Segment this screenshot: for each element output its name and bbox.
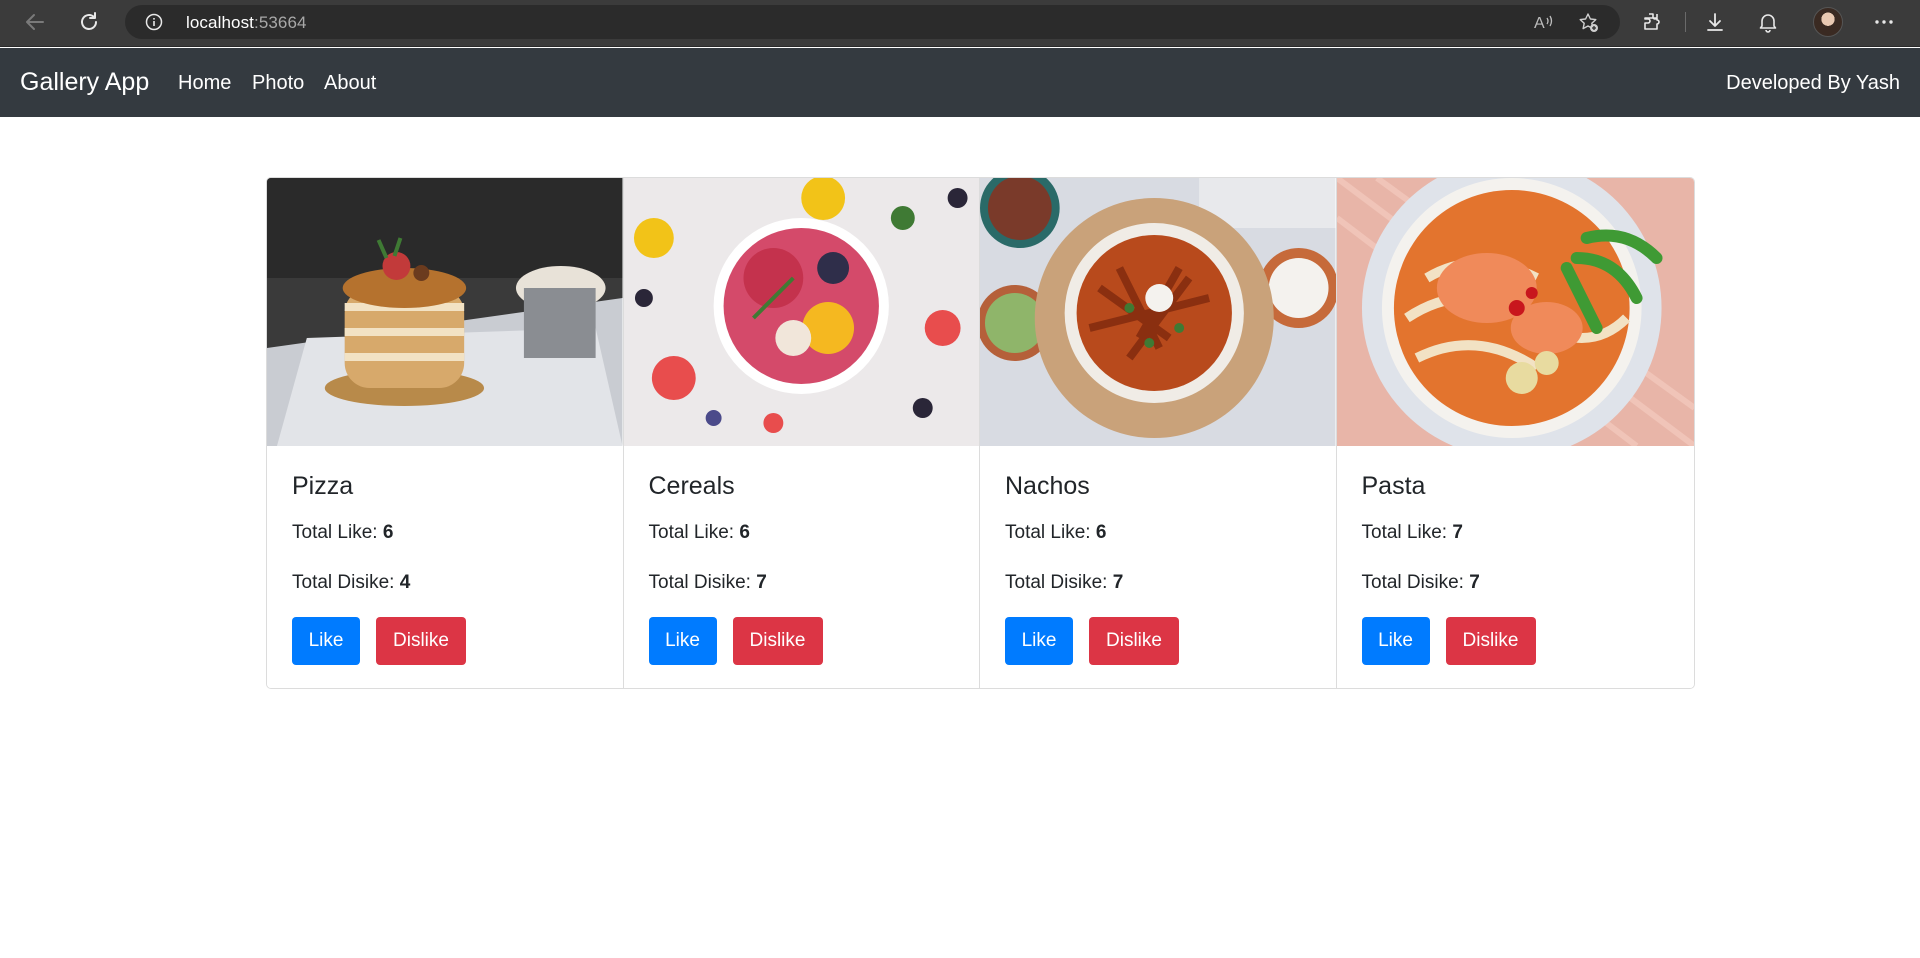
nav-about-link[interactable]: About bbox=[324, 72, 376, 95]
dislike-button[interactable]: Dislike bbox=[376, 617, 466, 665]
pasta-photo bbox=[1336, 178, 1694, 446]
developer-credit: Developed By Yash bbox=[1726, 72, 1900, 94]
total-dislike-count: 7 bbox=[1469, 572, 1480, 593]
profile-avatar[interactable] bbox=[1813, 7, 1843, 37]
pizza-photo bbox=[267, 178, 623, 446]
like-button[interactable]: Like bbox=[1361, 617, 1430, 665]
like-button[interactable]: Like bbox=[292, 617, 360, 665]
app-navbar: Gallery App Home Photo About Developed B… bbox=[0, 48, 1920, 117]
food-card-group: Pizza Total Like: 6 Total Disike: 4 Like… bbox=[266, 177, 1695, 689]
total-like-count: 7 bbox=[1452, 522, 1463, 543]
total-dislike-count: 7 bbox=[756, 572, 767, 593]
more-icon[interactable] bbox=[1866, 6, 1902, 38]
total-dislike-label: Total Disike: bbox=[648, 572, 751, 593]
url-text[interactable]: localhost:53664 bbox=[186, 13, 307, 33]
url-port: :53664 bbox=[254, 13, 307, 32]
card-title: Pasta bbox=[1361, 472, 1426, 500]
total-dislike-line: Total Disike: 4 bbox=[292, 572, 410, 594]
address-bar[interactable]: localhost:53664 A bbox=[125, 5, 1620, 39]
total-dislike-count: 4 bbox=[399, 572, 411, 593]
total-like-count: 6 bbox=[739, 522, 750, 543]
like-button[interactable]: Like bbox=[648, 617, 717, 665]
food-card-cereals: Cereals Total Like: 6 Total Disike: 7 Li… bbox=[623, 178, 980, 688]
browser-toolbar: localhost:53664 A bbox=[0, 0, 1920, 47]
total-dislike-label: Total Disike: bbox=[1361, 572, 1464, 593]
cereals-photo bbox=[623, 178, 979, 446]
total-dislike-line: Total Disike: 7 bbox=[649, 572, 767, 594]
total-like-label: Total Like: bbox=[292, 522, 378, 543]
read-aloud-icon[interactable]: A bbox=[1533, 12, 1555, 37]
card-title: Nachos bbox=[1005, 472, 1090, 500]
total-dislike-label: Total Disike: bbox=[292, 572, 395, 593]
total-dislike-label: Total Disike: bbox=[1005, 572, 1108, 593]
nachos-photo bbox=[980, 178, 1336, 446]
total-like-line: Total Like: 6 bbox=[649, 522, 750, 544]
total-like-count: 6 bbox=[382, 522, 394, 543]
total-like-count: 6 bbox=[1095, 522, 1107, 543]
total-like-line: Total Like: 6 bbox=[292, 522, 393, 544]
total-like-label: Total Like: bbox=[1005, 522, 1091, 543]
card-title: Cereals bbox=[648, 472, 735, 500]
url-host: localhost bbox=[186, 13, 254, 32]
card-title: Pizza bbox=[292, 472, 354, 500]
total-like-line: Total Like: 7 bbox=[1362, 522, 1463, 544]
notifications-icon[interactable] bbox=[1750, 6, 1786, 38]
nav-home-link[interactable]: Home bbox=[178, 72, 231, 95]
dislike-button[interactable]: Dislike bbox=[1445, 617, 1536, 665]
extensions-icon[interactable] bbox=[1634, 6, 1670, 38]
refresh-icon[interactable] bbox=[71, 6, 107, 38]
total-dislike-line: Total Disike: 7 bbox=[1005, 572, 1123, 594]
food-card-pasta: Pasta Total Like: 7 Total Disike: 7 Like… bbox=[1336, 178, 1694, 688]
like-button[interactable]: Like bbox=[1005, 617, 1073, 665]
total-like-label: Total Like: bbox=[648, 522, 735, 543]
total-like-label: Total Like: bbox=[1361, 522, 1448, 543]
nav-photo-link[interactable]: Photo bbox=[252, 72, 304, 95]
back-icon[interactable] bbox=[17, 6, 53, 38]
total-like-line: Total Like: 6 bbox=[1005, 522, 1106, 544]
dislike-button[interactable]: Dislike bbox=[1089, 617, 1179, 665]
svg-text:A: A bbox=[1534, 15, 1545, 32]
food-card-nachos: Nachos Total Like: 6 Total Disike: 7 Lik… bbox=[980, 178, 1337, 688]
brand-link[interactable]: Gallery App bbox=[20, 68, 149, 97]
food-card-pizza: Pizza Total Like: 6 Total Disike: 4 Like… bbox=[267, 178, 624, 688]
total-dislike-line: Total Disike: 7 bbox=[1362, 572, 1480, 594]
info-icon[interactable] bbox=[145, 13, 163, 36]
toolbar-separator bbox=[1685, 12, 1686, 32]
favorite-icon[interactable] bbox=[1578, 12, 1600, 39]
dislike-button[interactable]: Dislike bbox=[732, 617, 823, 665]
total-dislike-count: 7 bbox=[1112, 572, 1124, 593]
download-icon[interactable] bbox=[1697, 6, 1733, 38]
